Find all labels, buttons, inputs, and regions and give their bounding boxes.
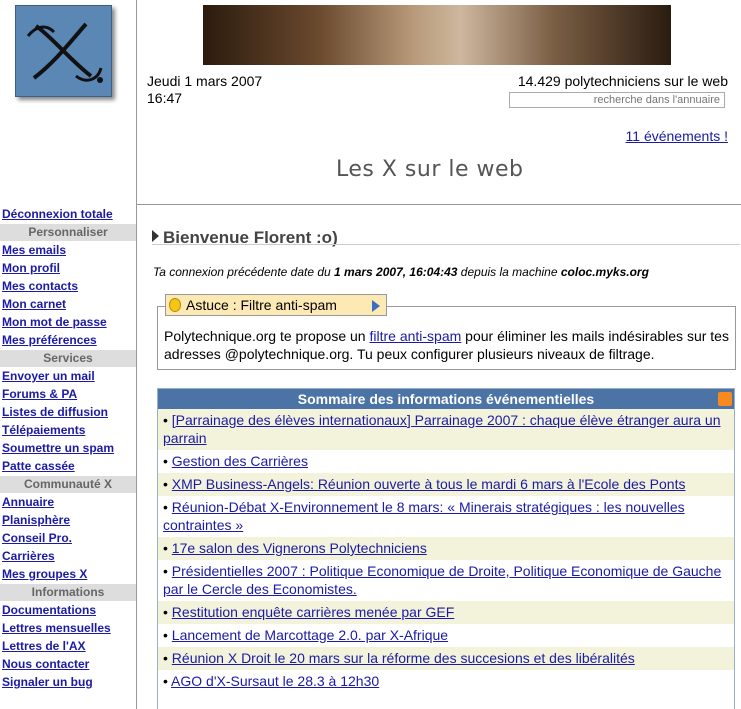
list-item: • AGO d'X-Sursaut le 28.3 à 12h30: [158, 670, 734, 693]
member-counter: 14.429 polytechniciens sur le web: [517, 73, 728, 89]
list-item: • XMP Business-Angels: Réunion ouverte à…: [158, 473, 734, 496]
site-title: Les X sur le web: [336, 157, 524, 182]
event-link[interactable]: [Parrainage des élèves internationaux] P…: [163, 412, 721, 446]
sidebar-item-lists[interactable]: Listes de diffusion: [0, 403, 136, 421]
sidebar-item-contact[interactable]: Nous contacter: [0, 655, 136, 673]
list-item: • Lancement de Marcottage 2.0. par X-Afr…: [158, 624, 734, 647]
event-link[interactable]: XMP Business-Angels: Réunion ouverte à t…: [172, 476, 686, 492]
list-item: • 17e salon des Vignerons Polytechnicien…: [158, 537, 734, 560]
arrow-right-icon: [152, 230, 159, 242]
sidebar-item-docs[interactable]: Documentations: [0, 601, 136, 619]
tip-text-pre: Polytechnique.org te propose un: [164, 328, 370, 344]
sidebar-item-payments[interactable]: Télépaiements: [0, 421, 136, 439]
next-tip-arrow-icon[interactable]: [372, 300, 380, 312]
sidebar: Déconnexion totale Personnaliser Mes ema…: [0, 205, 137, 709]
sidebar-item-profile[interactable]: Mon profil: [0, 259, 136, 277]
sidebar-item-newsletters[interactable]: Lettres mensuelles: [0, 619, 136, 637]
event-link[interactable]: AGO d'X-Sursaut le 28.3 à 12h30: [171, 673, 379, 689]
sidebar-item-ax-letters[interactable]: Lettres de l'AX: [0, 637, 136, 655]
bulb-icon: [169, 298, 181, 312]
welcome-heading: Bienvenue Florent :o): [152, 228, 338, 248]
events-header-text: Sommaire des informations événementielle…: [297, 391, 595, 407]
events-link[interactable]: 11 événements !: [626, 128, 728, 144]
events-list: • [Parrainage des élèves internationaux]…: [158, 409, 734, 693]
section-title: Services: [0, 350, 136, 367]
list-item: • Réunion-Débat X-Environnement le 8 mar…: [158, 496, 734, 537]
sidebar-item-password[interactable]: Mon mot de passe: [0, 313, 136, 331]
section-title: Informations: [0, 584, 136, 601]
events-summary: Sommaire des informations événementielle…: [157, 388, 735, 709]
sidebar-item-contacts[interactable]: Mes contacts: [0, 277, 136, 295]
rss-icon[interactable]: [718, 392, 732, 406]
sidebar-item-bug[interactable]: Signaler un bug: [0, 673, 136, 691]
directory-search-input[interactable]: [509, 92, 725, 108]
event-link[interactable]: Réunion-Débat X-Environnement le 8 mars:…: [163, 499, 685, 533]
last-conn-mid: depuis la machine: [457, 265, 561, 279]
event-link[interactable]: 17e salon des Vignerons Polytechniciens: [172, 540, 427, 556]
sidebar-item-carrieres[interactable]: Carrières: [0, 547, 136, 565]
tip-title: Astuce : Filtre anti-spam: [165, 294, 387, 316]
x-logo-icon[interactable]: [15, 5, 112, 97]
sidebar-item-forums[interactable]: Forums & PA: [0, 385, 136, 403]
last-conn-host: coloc.myks.org: [560, 265, 649, 279]
sidebar-item-annuaire[interactable]: Annuaire: [0, 493, 136, 511]
event-link[interactable]: Gestion des Carrières: [172, 453, 308, 469]
time-text: 16:47: [147, 90, 183, 106]
header-banner: [203, 5, 671, 65]
date-text: Jeudi 1 mars 2007: [147, 73, 263, 89]
section-title: Personnaliser: [0, 224, 136, 241]
list-item: • Restitution enquête carrières menée pa…: [158, 601, 734, 624]
sidebar-item-emails[interactable]: Mes emails: [0, 241, 136, 259]
anti-spam-link[interactable]: filtre anti-spam: [369, 328, 461, 344]
section-title: Communauté X: [0, 476, 136, 493]
list-item: • [Parrainage des élèves internationaux]…: [158, 409, 734, 450]
sidebar-item-preferences[interactable]: Mes préférences: [0, 331, 136, 349]
event-link[interactable]: Lancement de Marcottage 2.0. par X-Afriq…: [172, 627, 448, 643]
header-divider: [136, 204, 741, 205]
sidebar-item-spam[interactable]: Soumettre un spam: [0, 439, 136, 457]
tip-title-text: Astuce : Filtre anti-spam: [186, 297, 337, 313]
logout-link[interactable]: Déconnexion totale: [0, 205, 136, 223]
list-item: • Gestion des Carrières: [158, 450, 734, 473]
last-conn-prefix: Ta connexion précédente date du: [153, 265, 335, 279]
last-connection: Ta connexion précédente date du 1 mars 2…: [153, 265, 649, 279]
event-link[interactable]: Restitution enquête carrières menée par …: [172, 604, 454, 620]
sidebar-item-patte[interactable]: Patte cassée: [0, 457, 136, 475]
list-item: • Réunion X Droit le 20 mars sur la réfo…: [158, 647, 734, 670]
events-header: Sommaire des informations événementielle…: [158, 389, 734, 409]
list-item: • Présidentielles 2007 : Politique Econo…: [158, 560, 734, 601]
event-link[interactable]: Réunion X Droit le 20 mars sur la réform…: [172, 650, 635, 666]
sidebar-item-conseil[interactable]: Conseil Pro.: [0, 529, 136, 547]
tip-text: Polytechnique.org te propose un filtre a…: [164, 327, 736, 363]
welcome-divider: [152, 244, 740, 245]
sidebar-item-planisphere[interactable]: Planisphère: [0, 511, 136, 529]
sidebar-item-carnet[interactable]: Mon carnet: [0, 295, 136, 313]
event-link[interactable]: Présidentielles 2007 : Politique Economi…: [163, 563, 721, 597]
sidebar-item-groups[interactable]: Mes groupes X: [0, 565, 136, 583]
sidebar-item-send-mail[interactable]: Envoyer un mail: [0, 367, 136, 385]
last-conn-date: 1 mars 2007, 16:04:43: [334, 265, 458, 279]
current-date: Jeudi 1 mars 2007 16:47: [147, 73, 262, 107]
